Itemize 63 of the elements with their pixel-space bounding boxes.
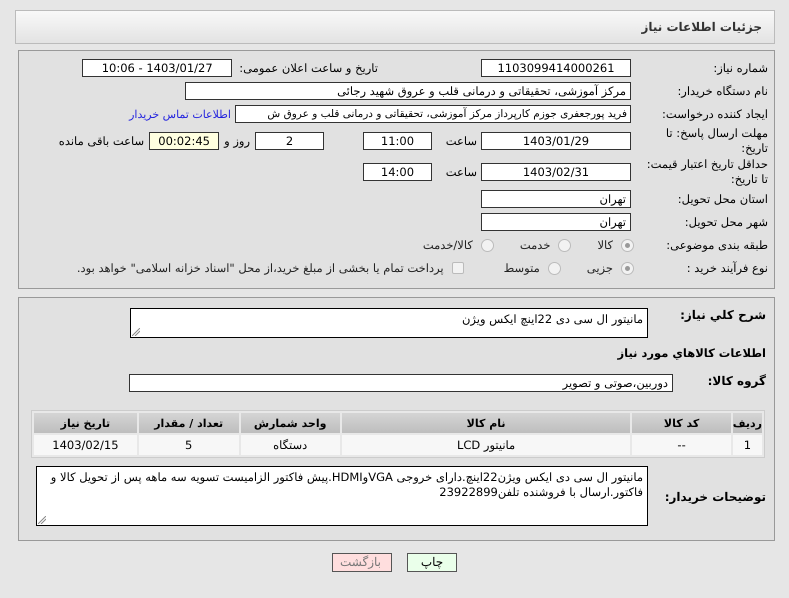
field-label: شماره نیاز: [712,60,768,76]
field-label: مهلت ارسال پاسخ: تا تاریخ: [664,126,768,156]
table-cell: دستگاه [240,435,340,455]
page-title: جزئیات اطلاعات نیاز [641,20,762,34]
remaining-time-field: 00:02:45 [149,132,220,150]
remaining-label: ساعت باقی مانده [58,134,144,148]
radio-label: کالا/خدمت [422,238,473,252]
announce-date-field: 1403/01/27 - 10:06 [82,59,232,77]
radio-label: متوسط [504,261,540,275]
table-cell: مانیتور LCD [342,435,630,455]
field-label: نام دستگاه خریدار: [676,84,768,98]
section-heading: اطلاعات كالاهاي مورد نياز [616,346,766,360]
field-label: گروه کالا: [706,374,766,389]
buyer-org-field: مرکز آموزشی، تحقیقاتی و درمانی قلب و عروق شهید رجائی [185,82,631,100]
resize-grip-icon [132,328,140,336]
field-label: شرح كلي نياز: [679,308,766,323]
date-field: 1403/01/29 [481,132,631,150]
radio-button[interactable] [621,238,634,252]
radio-button[interactable] [548,262,561,274]
radio-label: خدمت [520,238,550,252]
summary-field: مانیتور ال سی دی 22اینچ ایکس ویژن [130,308,648,338]
creator-field: فرید پورجعفری جوزم کارپرداز مرکز آموزشی، تحقیقاتی و درمانی قلب و عروق ش [235,105,631,123]
column-header: ردیف [732,413,762,433]
column-header: نام کالا [342,413,630,433]
table-cell: 1403/02/15 [34,435,137,455]
radio-button[interactable] [558,238,572,252]
radio-button[interactable] [621,262,634,274]
city-field: تهران [481,213,631,231]
field-label: توضیحات خریدار: [664,490,766,505]
column-header: تاریخ نیاز [34,413,137,433]
table-cell: -- [632,435,731,455]
radio-button[interactable] [480,238,494,252]
province-field: تهران [481,190,631,208]
table-cell: 1 [732,435,762,455]
field-label: تاریخ و ساعت اعلان عمومی: [239,61,378,75]
radio-label: جزیی [586,261,613,275]
days-field: 2 [255,132,324,150]
field-label: ایجاد کننده درخواست: [661,106,768,122]
column-header: واحد شمارش [240,413,340,433]
table-cell: 5 [138,435,239,455]
goods-group-field: دوربین،صوتی و تصویر [129,374,673,392]
field-label: حداقل تاریخ اعتبار قیمت: تا تاریخ: [646,157,768,187]
time-field: 14:00 [363,163,432,181]
field-label: استان محل تحویل: [676,192,768,206]
time-label: ساعت [444,165,477,179]
checkbox[interactable] [452,262,464,274]
field-label: نوع فرآیند خرید : [686,260,768,276]
days-label: روز و [224,134,250,148]
column-header: کد کالا [632,413,731,433]
date-field: 1403/02/31 [481,163,631,181]
buyer-contact-link[interactable]: اطلاعات تماس خریدار [129,108,231,120]
time-field: 11:00 [363,132,432,150]
field-label: شهر محل تحویل: [684,214,768,230]
need-number-field: 1103099414000261 [481,59,631,77]
print-button[interactable]: چاپ [407,553,457,572]
column-header: تعداد / مقدار [138,413,239,433]
field-label: طبقه بندی موضوعی: [665,238,768,252]
back-button[interactable]: بازگشت [332,553,392,572]
time-label: ساعت [444,134,477,148]
checkbox-label: پرداخت تمام یا بخشی از مبلغ خرید،از محل "اسناد خزانه اسلامی" خواهد بود. [76,261,444,275]
radio-label: کالا [597,238,613,252]
resize-grip-icon [38,516,46,524]
buyer-notes-field: مانیتور ال سی دی ایکس ویژن22اینچ.دارای خروجی VGAوHDMI.پیش فاکتور الزامیست تسویه سه ماهه پس از تحویل کالا و فاکتور.ارسال با فروشنده تلفن23922899 [36,466,648,526]
